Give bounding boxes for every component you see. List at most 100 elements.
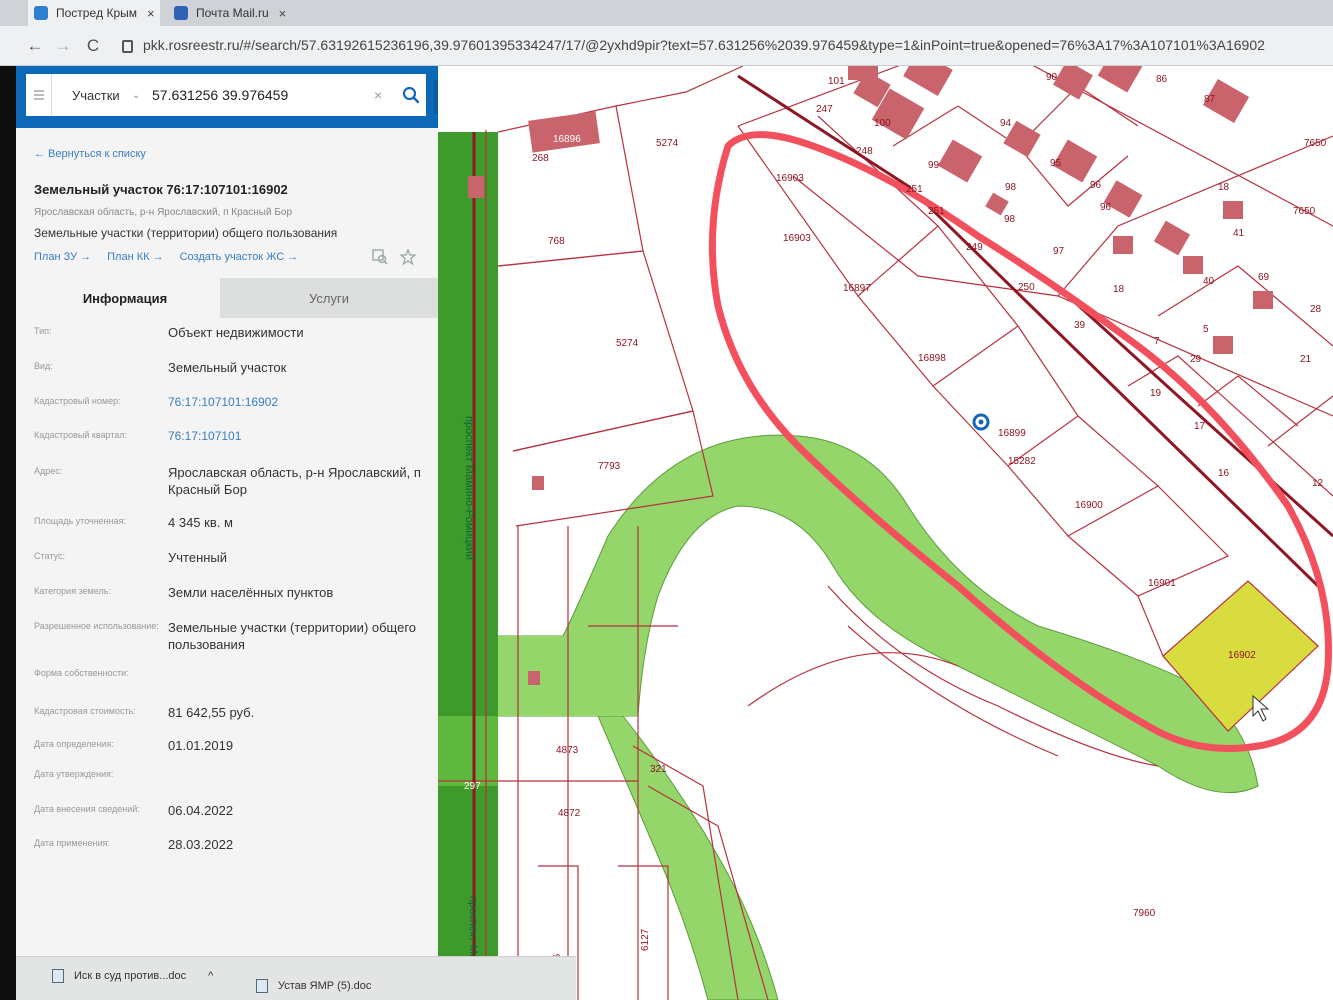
parcel-label: 96 bbox=[1100, 202, 1112, 213]
parcel-label: 86 bbox=[1156, 74, 1168, 85]
search-icon[interactable] bbox=[396, 86, 426, 104]
browser-tab-2[interactable]: Почта Mail.ru × bbox=[168, 0, 298, 26]
cadastral-map[interactable]: проспект Мамино-Ромицкий проспект Мамин … bbox=[438, 66, 1333, 1000]
info-label: Категория земель: bbox=[34, 586, 111, 596]
parcel-label: 39 bbox=[1074, 320, 1086, 331]
parcel-label: 16900 bbox=[1075, 500, 1103, 511]
info-label: Дата применения: bbox=[34, 838, 110, 848]
parcel-label: 28 bbox=[1310, 304, 1322, 315]
info-value: Ярославская область, р-н Ярославский, п … bbox=[168, 465, 421, 497]
lock-icon bbox=[122, 39, 133, 53]
search-bar: Участки ⌄ 57.631256 39.976459 × ‹ bbox=[16, 66, 454, 128]
panel-tabs: Информация Услуги bbox=[30, 278, 438, 318]
parcel-label: 98 bbox=[1004, 214, 1016, 225]
parcel-label: 5274 bbox=[616, 338, 639, 349]
parcel-label: 16903 bbox=[783, 233, 811, 244]
parcel-label: 29 bbox=[1190, 354, 1202, 365]
menu-icon[interactable] bbox=[26, 74, 52, 116]
info-label: Вид: bbox=[34, 361, 53, 371]
cadastral-quarter-link[interactable]: 76:17:107101 bbox=[168, 428, 434, 445]
chevron-up-icon[interactable]: ^ bbox=[208, 970, 213, 982]
downloads-bar: Иск в суд против...doc ^ Устав ЯМР (5).d… bbox=[16, 956, 576, 1000]
download-item-2[interactable]: Устав ЯМР (5).doc bbox=[256, 979, 371, 993]
address-bar: ← → C pkk.rosreestr.ru/#/search/57.63192… bbox=[0, 26, 1333, 66]
info-value: Объект недвижимости bbox=[168, 325, 304, 340]
parcel-label: 7960 bbox=[1133, 908, 1156, 919]
back-to-list-link[interactable]: ← Вернуться к списку bbox=[34, 148, 146, 160]
parcel-label: 21 bbox=[1300, 354, 1312, 365]
clear-icon[interactable]: × bbox=[374, 87, 396, 103]
parcel-links: План ЗУ → План КК → Создать участок ЖС → bbox=[34, 251, 298, 263]
parcel-label: 768 bbox=[548, 236, 565, 247]
info-value: Земли населённых пунктов bbox=[168, 585, 334, 600]
download-item-1[interactable]: Иск в суд против...doc ^ bbox=[52, 969, 213, 983]
reload-icon[interactable]: C bbox=[82, 36, 104, 56]
parcel-label: 16903 bbox=[776, 173, 804, 184]
parcel-label: 7 bbox=[1154, 336, 1160, 347]
parcel-label: 12 bbox=[1312, 478, 1324, 489]
tab-services[interactable]: Услуги bbox=[220, 278, 438, 318]
parcel-label: 99 bbox=[928, 160, 940, 171]
tab-information[interactable]: Информация bbox=[30, 278, 220, 318]
info-value: 01.01.2019 bbox=[168, 738, 234, 753]
parcel-label: 268 bbox=[532, 153, 549, 164]
browser-tab-1[interactable]: Постpeд Крым × bbox=[28, 0, 160, 26]
parcel-label: 16897 bbox=[843, 283, 871, 294]
info-value: 06.04.2022 bbox=[168, 803, 234, 818]
parcel-label: 41 bbox=[1233, 228, 1245, 239]
parcel-label: 16901 bbox=[1148, 578, 1176, 589]
parcel-label: 297 bbox=[464, 781, 481, 792]
url-text: pkk.rosreestr.ru/#/search/57.63192615236… bbox=[143, 37, 1265, 53]
info-label: Тип: bbox=[34, 326, 52, 336]
parcel-title: Земельный участок 76:17:107101:16902 bbox=[34, 182, 288, 197]
plan-kk-link[interactable]: План КК → bbox=[107, 251, 163, 263]
plan-zu-link[interactable]: План ЗУ → bbox=[34, 251, 91, 263]
site-favicon-icon bbox=[34, 6, 48, 20]
info-label: Дата утверждения: bbox=[34, 769, 114, 779]
mail-favicon-icon bbox=[174, 6, 188, 20]
zoom-to-icon[interactable] bbox=[372, 249, 388, 265]
forward-arrow-icon[interactable]: → bbox=[52, 36, 74, 56]
parcel-label: 251 bbox=[906, 184, 923, 195]
search-type-select[interactable]: Участки bbox=[52, 88, 132, 103]
parcel-label: 17 bbox=[1194, 421, 1206, 432]
parcel-label: 251 bbox=[928, 206, 945, 217]
parcel-label: 16896 bbox=[553, 134, 581, 145]
info-value: Земельный участок bbox=[168, 360, 287, 375]
info-value: Земельные участки (территории) общего по… bbox=[168, 620, 417, 652]
parcel-label: 4873 bbox=[556, 745, 579, 756]
tab-close-icon[interactable]: × bbox=[279, 6, 287, 21]
star-icon[interactable] bbox=[400, 249, 416, 265]
parcel-label: 248 bbox=[856, 146, 873, 157]
chevron-down-icon[interactable]: ⌄ bbox=[132, 90, 152, 101]
info-label: Площадь уточненная: bbox=[34, 516, 126, 526]
info-label: Дата внесения сведений: bbox=[34, 804, 140, 814]
parcel-label: 7650 bbox=[1304, 138, 1327, 149]
parcel-label: 6127 bbox=[640, 928, 651, 951]
url-field[interactable]: pkk.rosreestr.ru/#/search/57.63192615236… bbox=[122, 34, 1322, 56]
parcel-label: 16898 bbox=[918, 353, 946, 364]
parcel-label: 16902 bbox=[1228, 650, 1256, 661]
cadastral-number-link[interactable]: 76:17:107101:16902 bbox=[168, 394, 434, 411]
meadow-patch bbox=[438, 716, 498, 786]
download-filename: Иск в суд против...doc bbox=[74, 970, 187, 982]
info-label: Кадастровый квартал: bbox=[34, 430, 128, 440]
back-arrow-icon[interactable]: ← bbox=[24, 36, 46, 56]
parcel-label: 250 bbox=[1018, 282, 1035, 293]
info-label: Кадастровый номер: bbox=[34, 396, 121, 406]
parcel-label: 5274 bbox=[656, 138, 679, 149]
info-value: 4 345 кв. м bbox=[168, 515, 233, 530]
parcel-label: 15282 bbox=[1008, 456, 1036, 467]
parcel-label: 69 bbox=[1258, 272, 1270, 283]
info-label: Разрешенное использование: bbox=[34, 621, 159, 631]
tab-close-icon[interactable]: × bbox=[147, 6, 155, 21]
parcel-label: 18 bbox=[1218, 182, 1230, 193]
parcel-label: 18 bbox=[1113, 284, 1125, 295]
tab-title: Почта Mail.ru bbox=[196, 6, 269, 20]
parcel-actions bbox=[372, 249, 416, 265]
search-input[interactable]: 57.631256 39.976459 bbox=[152, 87, 374, 103]
info-label: Форма собственности: bbox=[34, 668, 129, 678]
word-doc-icon bbox=[256, 979, 268, 993]
create-parcel-link[interactable]: Создать участок ЖС → bbox=[180, 251, 299, 263]
search-box: Участки ⌄ 57.631256 39.976459 × bbox=[26, 74, 426, 116]
